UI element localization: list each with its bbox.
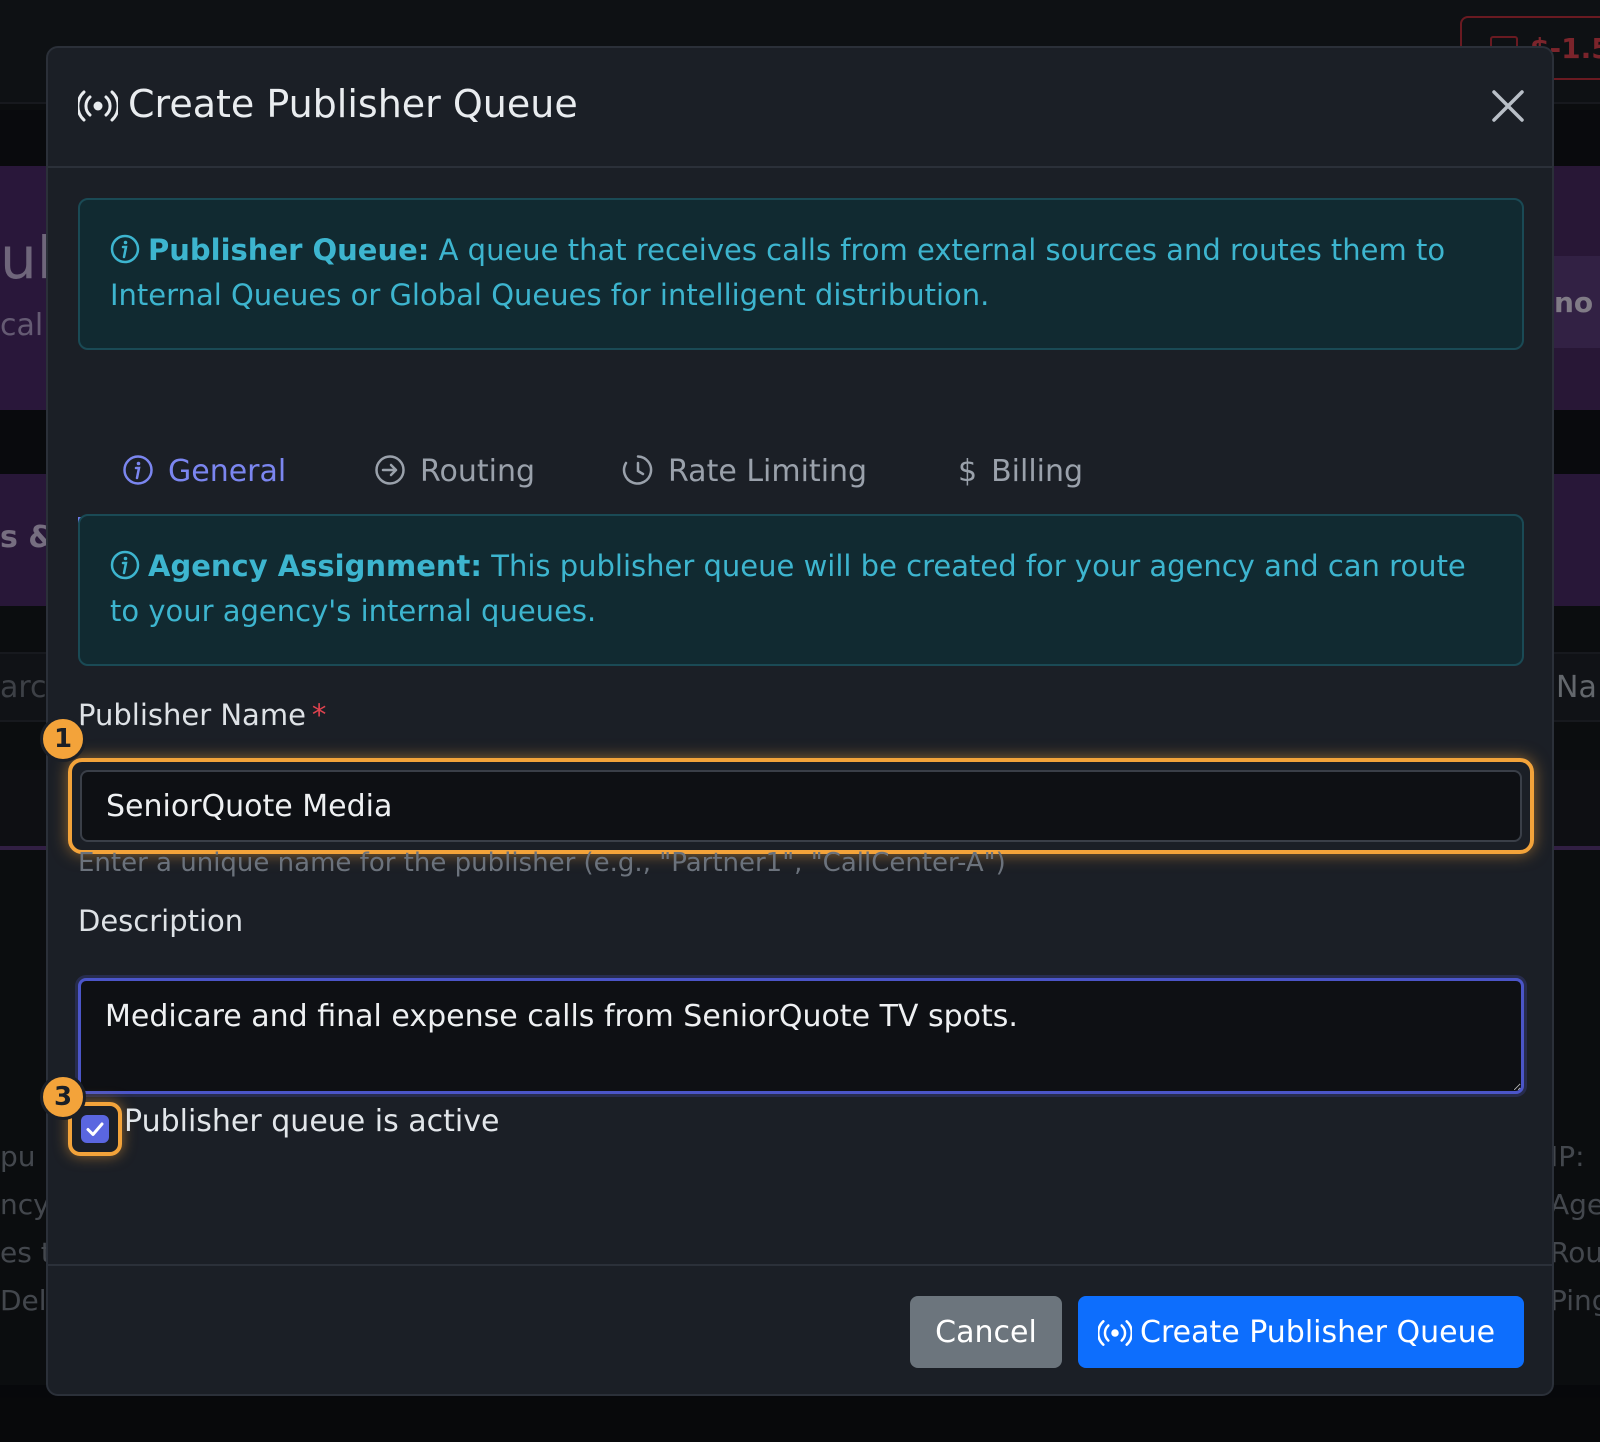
alert-title: Agency Assignment:: [148, 549, 483, 583]
tab-label: Rate Limiting: [668, 454, 868, 489]
dollar-icon: $: [958, 454, 978, 489]
publisher-name-highlight: [68, 758, 1534, 854]
tab-routing[interactable]: Routing: [374, 404, 535, 524]
close-icon[interactable]: [1488, 86, 1528, 126]
annotation-badge-3: 3: [40, 1074, 86, 1120]
annotation-badge-1: 1: [40, 716, 86, 762]
create-publisher-queue-button[interactable]: Create Publisher Queue: [1078, 1296, 1524, 1368]
broadcast-icon: [78, 90, 118, 122]
cancel-button[interactable]: Cancel: [910, 1296, 1062, 1368]
tab-general[interactable]: General: [122, 404, 286, 524]
active-checkbox-label[interactable]: Publisher queue is active: [124, 1104, 499, 1139]
tab-rate-limiting[interactable]: Rate Limiting: [622, 404, 867, 524]
alert-title: Publisher Queue:: [148, 233, 430, 267]
modal-title: Create Publisher Queue: [128, 82, 578, 126]
create-button-label: Create Publisher Queue: [1140, 1314, 1496, 1350]
required-mark: *: [311, 698, 327, 732]
arrow-right-circle-icon: [375, 455, 405, 485]
tab-label: Billing: [991, 454, 1084, 489]
checkmark-icon: [86, 1122, 104, 1136]
create-publisher-queue-modal: Create Publisher Queue Publisher Queue: …: [40, 46, 1554, 1398]
tab-label: General: [168, 454, 287, 489]
broadcast-icon: [1098, 1320, 1132, 1346]
description-label: Description: [78, 904, 244, 938]
publisher-name-input[interactable]: [80, 770, 1522, 842]
info-icon: [110, 550, 140, 580]
clock-icon: [622, 455, 653, 485]
agency-assignment-alert: Agency Assignment: This publisher queue …: [78, 514, 1524, 666]
publisher-name-label: Publisher Name *: [78, 698, 327, 732]
publisher-name-hint: Enter a unique name for the publisher (e…: [78, 848, 1006, 878]
info-icon: [123, 455, 153, 485]
tab-billing[interactable]: $ Billing: [958, 404, 1083, 524]
publisher-queue-info-alert: Publisher Queue: A queue that receives c…: [78, 198, 1524, 350]
info-icon: [110, 234, 140, 264]
tab-label: Routing: [420, 454, 536, 489]
modal-tabs: General Routing Rate Limiting $ Billing: [78, 404, 1524, 524]
description-textarea[interactable]: Medicare and final expense calls from Se…: [78, 978, 1524, 1094]
modal-header: Create Publisher Queue: [48, 48, 1552, 168]
active-checkbox[interactable]: [81, 1115, 109, 1143]
modal-footer: Cancel Create Publisher Queue: [48, 1264, 1552, 1398]
